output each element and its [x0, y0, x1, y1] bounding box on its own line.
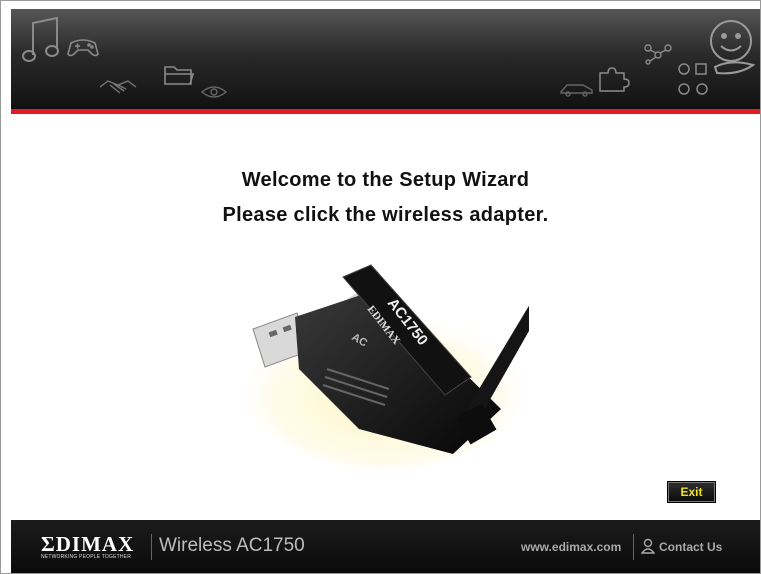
smiley-face-icon	[710, 20, 756, 75]
folder-icon	[164, 66, 195, 85]
molecule-icon	[644, 44, 672, 65]
wireless-adapter-button[interactable]: AC1750 EDIMAX AC	[239, 259, 529, 474]
footer-divider	[633, 534, 634, 560]
puzzle-icon	[599, 67, 630, 92]
logo-wordmark: ΣDIMAX	[41, 532, 135, 556]
footer-divider	[151, 534, 152, 560]
exit-button[interactable]: Exit	[667, 481, 716, 503]
setup-wizard-window: Welcome to the Setup Wizard Please click…	[0, 0, 761, 574]
contact-icon[interactable]	[641, 538, 655, 554]
contact-us-link[interactable]: Contact Us	[659, 540, 722, 554]
website-link[interactable]: www.edimax.com	[521, 540, 621, 554]
handshake-icon	[99, 80, 137, 94]
car-icon	[560, 84, 593, 97]
music-note-icon	[22, 16, 59, 62]
footer-bar: ΣDIMAX NETWORKING PEOPLE TOGETHER Wirele…	[11, 520, 760, 573]
edimax-logo: ΣDIMAX NETWORKING PEOPLE TOGETHER	[41, 532, 149, 561]
logo-tagline: NETWORKING PEOPLE TOGETHER	[41, 554, 132, 560]
gamepad-icon	[67, 39, 99, 57]
product-name: Wireless AC1750	[159, 535, 305, 556]
wizard-frame: Welcome to the Setup Wizard Please click…	[11, 9, 760, 573]
header-banner	[11, 9, 760, 109]
instruction-text: Please click the wireless adapter.	[222, 204, 549, 226]
welcome-title: Welcome to the Setup Wizard	[241, 169, 530, 191]
eye-icon	[201, 86, 227, 98]
